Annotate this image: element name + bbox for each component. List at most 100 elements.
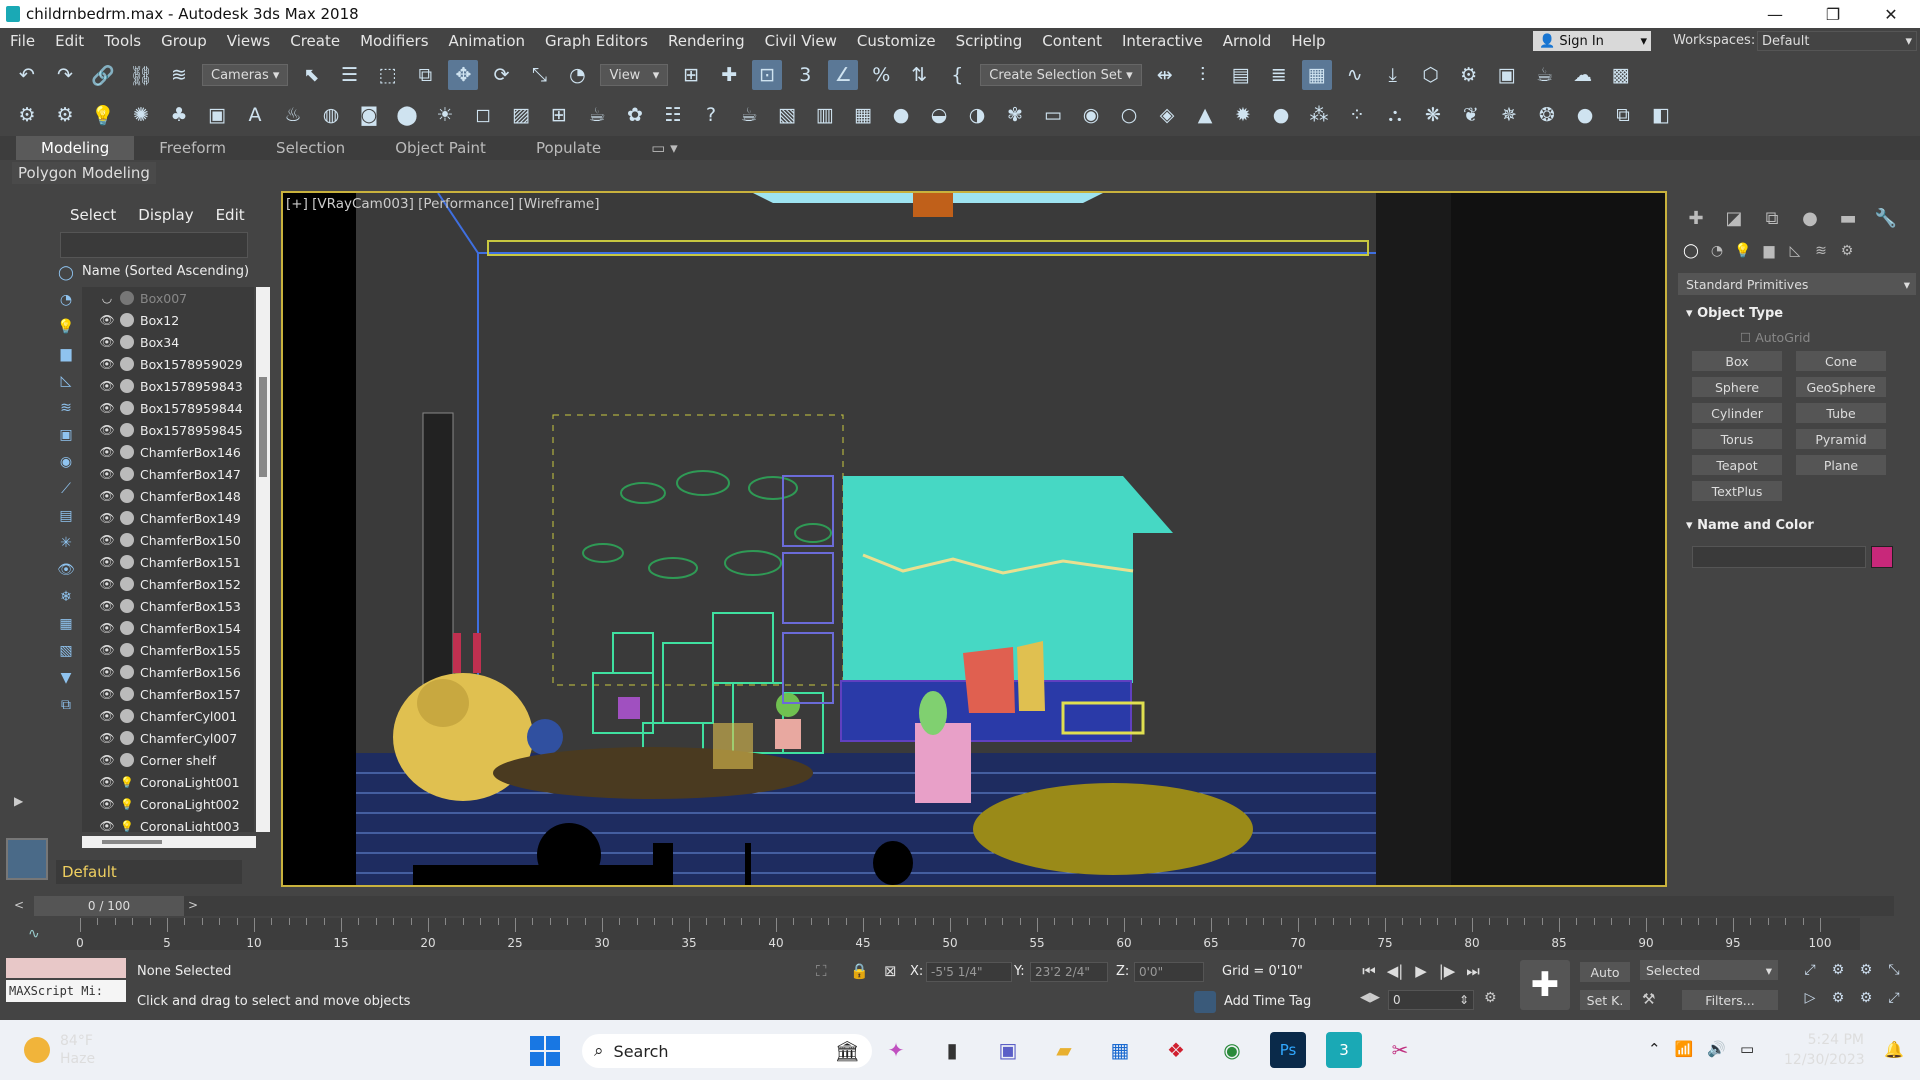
menu-content[interactable]: Content <box>1032 32 1112 50</box>
box-icon[interactable]: ◻ <box>468 100 498 130</box>
key-set-dropdown[interactable]: Selected ▾ <box>1640 960 1778 980</box>
list-item[interactable]: 👁 Box1578959844 <box>82 397 254 419</box>
layer-icon[interactable]: ⧉ <box>54 694 78 716</box>
menu-arnold[interactable]: Arnold <box>1213 32 1282 50</box>
lamp-icon[interactable]: ♨ <box>278 100 308 130</box>
maximize-button[interactable]: ❐ <box>1804 0 1862 28</box>
eye-icon[interactable]: 👁 <box>98 555 116 569</box>
list-item[interactable]: 👁 ChamferBox152 <box>82 573 254 595</box>
zoom-all-icon[interactable]: ⚙ <box>1824 960 1852 980</box>
lock-icon[interactable]: 🔒 <box>850 962 869 980</box>
weather-widget[interactable]: 84°F Haze <box>24 1032 95 1068</box>
eye-icon[interactable]: 👁 <box>98 423 116 437</box>
expand-arrow-icon[interactable]: ▶ <box>14 794 23 808</box>
list-item[interactable]: 👁 Corner shelf <box>82 749 254 771</box>
sky-icon[interactable]: ● <box>1266 100 1296 130</box>
list-item[interactable]: 👁 ChamferBox146 <box>82 441 254 463</box>
environment-icon[interactable]: ❋ <box>1418 100 1448 130</box>
file-explorer-icon[interactable]: ▰ <box>1046 1032 1082 1068</box>
photoshop-icon[interactable]: Ps <box>1270 1032 1306 1068</box>
explorer-search-input[interactable] <box>60 232 248 258</box>
go-to-start-icon[interactable]: ⏮ <box>1356 960 1382 982</box>
menu-views[interactable]: Views <box>217 32 280 50</box>
display-children-icon[interactable]: ▦ <box>54 613 78 635</box>
sign-in-dropdown[interactable]: 👤 Sign In ▾ <box>1533 31 1651 51</box>
eye-icon[interactable]: 👁 <box>98 621 116 635</box>
eye-icon[interactable]: 👁 <box>98 379 116 393</box>
list-item[interactable]: 👁 ChamferBox151 <box>82 551 254 573</box>
tube-button[interactable]: Tube <box>1796 403 1886 423</box>
select-object-icon[interactable]: ⬉ <box>296 60 326 90</box>
eye-icon[interactable]: 👁 <box>98 489 116 503</box>
utilities-tab-icon[interactable]: 🔧 <box>1867 206 1905 230</box>
list-item[interactable]: ◡ Box007 <box>82 287 254 309</box>
place-icon[interactable]: ◔ <box>562 60 592 90</box>
scrollbar-thumb[interactable] <box>259 377 267 477</box>
menu-customize[interactable]: Customize <box>847 32 946 50</box>
explorer-vertical-scrollbar[interactable] <box>256 287 270 832</box>
cameras-filter-dropdown[interactable]: Cameras ▾ <box>202 64 289 86</box>
object-type-rollout[interactable]: ▾ Object Type <box>1686 306 1783 321</box>
zoom-extents-icon[interactable]: ⤡ <box>1880 960 1908 980</box>
key-mode-icon[interactable]: ◀▶ <box>1360 990 1380 1005</box>
grid-plus-icon[interactable]: ⊞ <box>544 100 574 130</box>
list-icon[interactable]: ☷ <box>658 100 688 130</box>
disc-light-icon[interactable]: ○ <box>1114 100 1144 130</box>
textplus-button[interactable]: TextPlus <box>1692 481 1782 501</box>
box-button[interactable]: Box <box>1692 351 1782 371</box>
sun-light-icon[interactable]: ✺ <box>126 100 156 130</box>
menu-civil-view[interactable]: Civil View <box>755 32 847 50</box>
layer-explorer-icon[interactable]: ≣ <box>1264 60 1294 90</box>
grid-icon[interactable]: ▦ <box>848 100 878 130</box>
cylinder-button[interactable]: Cylinder <box>1692 403 1782 423</box>
dome-light-icon[interactable]: ◒ <box>924 100 954 130</box>
select-by-name-icon[interactable]: ☰ <box>334 60 364 90</box>
display-containers-icon[interactable]: ▤ <box>54 505 78 527</box>
rect-light-icon[interactable]: ▭ <box>1038 100 1068 130</box>
menu-group[interactable]: Group <box>151 32 217 50</box>
taskbar-search[interactable]: ⌕ Search 🏛 <box>582 1034 872 1068</box>
chat-icon[interactable]: ▣ <box>990 1032 1026 1068</box>
zoom-icon[interactable]: ⤢ <box>1796 960 1824 980</box>
hdri-icon[interactable]: ✵ <box>1494 100 1524 130</box>
eye-icon[interactable]: 👁 <box>98 687 116 701</box>
go-to-end-icon[interactable]: ⏭ <box>1460 960 1486 982</box>
snipping-tool-icon[interactable]: ✂ <box>1382 1032 1418 1068</box>
menu-help[interactable]: Help <box>1281 32 1335 50</box>
eye-icon[interactable]: 👁 <box>98 401 116 415</box>
geosphere-button[interactable]: GeoSphere <box>1796 377 1886 397</box>
key-filter-icon[interactable]: ⚒ <box>1642 990 1655 1008</box>
chevron-up-icon[interactable]: ⌃ <box>1648 1040 1661 1058</box>
scale-icon[interactable]: ⤡ <box>524 60 554 90</box>
render-production-icon[interactable]: ☕ <box>1530 60 1560 90</box>
list-item[interactable]: 👁 ChamferBox155 <box>82 639 254 661</box>
light-lister-icon[interactable]: 💡 <box>88 100 118 130</box>
eye-icon[interactable]: 👁 <box>98 753 116 767</box>
reference-coord-dropdown[interactable]: View ▾ <box>600 64 669 86</box>
eye-icon[interactable]: 👁 <box>98 577 116 591</box>
display-hidden-icon[interactable]: 👁 <box>54 559 78 581</box>
pivot-center-icon[interactable]: ⊞ <box>676 60 706 90</box>
list-item[interactable]: 👁 Box34 <box>82 331 254 353</box>
minimize-button[interactable]: — <box>1746 0 1804 28</box>
pan-icon[interactable]: ▷ <box>1796 988 1824 1008</box>
window-crossing-icon[interactable]: ⧉ <box>410 60 440 90</box>
previous-frame-icon[interactable]: ◀| <box>1382 960 1408 982</box>
help-icon[interactable]: ? <box>696 100 726 130</box>
tree-icon[interactable]: ♣ <box>164 100 194 130</box>
columns-icon[interactable]: ▥ <box>810 100 840 130</box>
omni-light-icon[interactable]: ● <box>886 100 916 130</box>
redo-icon[interactable]: ↷ <box>50 60 80 90</box>
pyramid-button[interactable]: Pyramid <box>1796 429 1886 449</box>
eye-icon[interactable]: 👁 <box>98 599 116 613</box>
modify-tab-icon[interactable]: ◪ <box>1715 206 1753 230</box>
layer-dropdown[interactable]: Default <box>56 860 242 884</box>
display-xrefs-icon[interactable]: ◉ <box>54 451 78 473</box>
bulb-icon[interactable]: ☀ <box>430 100 460 130</box>
eye-icon[interactable]: 👁 <box>98 467 116 481</box>
list-item[interactable]: 👁 Box12 <box>82 309 254 331</box>
display-shapes-icon[interactable]: ◔ <box>54 289 78 311</box>
tab-selection[interactable]: Selection <box>251 136 370 160</box>
copilot-icon[interactable]: ✦ <box>878 1032 914 1068</box>
sphere-icon[interactable]: ● <box>1570 100 1600 130</box>
